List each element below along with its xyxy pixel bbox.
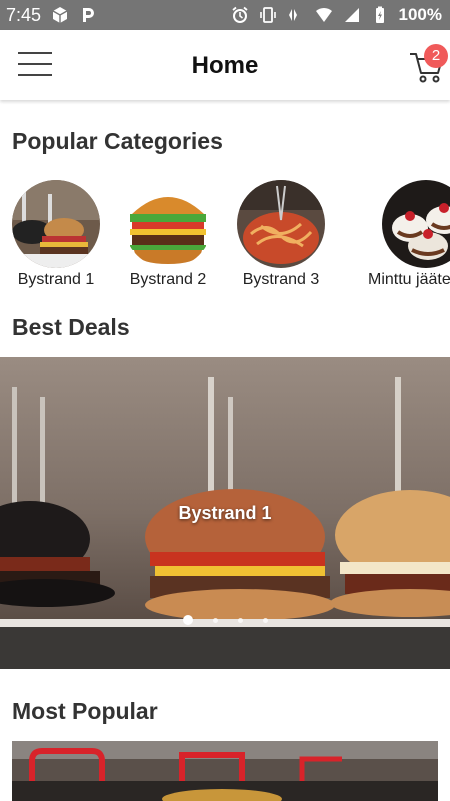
category-item[interactable]: Minttu jäätelö [368, 178, 450, 289]
category-label: Minttu jäätelö [368, 271, 450, 288]
wifi-icon [315, 7, 332, 22]
status-bar: 7:45 100% [0, 0, 450, 30]
category-label: Bystrand 1 [17, 271, 95, 288]
status-right: 100% [231, 5, 442, 25]
vibrate-icon [259, 7, 276, 23]
cart-count-badge: 2 [424, 44, 448, 68]
cell-signal-icon [344, 8, 359, 22]
page-title: Home [191, 52, 259, 79]
category-label: Bystrand 2 [129, 271, 207, 288]
status-left: 7:45 [6, 5, 97, 26]
popular-categories-title: Popular Categories [12, 128, 223, 154]
app-bar: Home 2 [0, 30, 450, 100]
spaghetti-thumb [237, 180, 325, 268]
parking-icon [83, 8, 95, 22]
most-popular-title: Most Popular [12, 698, 158, 724]
category-item[interactable]: Bystrand 2 [113, 178, 223, 289]
category-item[interactable]: Bystrand 3 [226, 178, 336, 289]
slider-dot[interactable] [262, 618, 268, 623]
alarm-icon [231, 6, 248, 23]
burger-sliders-thumb [12, 180, 100, 268]
burger-thumb [124, 180, 212, 268]
categories-carousel[interactable]: Bystrand 1 Bystrand 2 Bystrand 3 Minttu … [0, 178, 450, 292]
battery-icon [375, 6, 384, 23]
battery-text: 100% [398, 5, 442, 24]
category-label: Bystrand 3 [242, 271, 320, 288]
slider-dot[interactable] [212, 618, 218, 623]
category-item[interactable]: Bystrand 1 [1, 178, 111, 289]
status-time: 7:45 [6, 4, 42, 25]
most-popular-item-image[interactable] [12, 741, 438, 801]
deal-caption: Bystrand 1 [178, 503, 272, 523]
best-deals-title: Best Deals [12, 314, 130, 340]
signal-icon [288, 9, 297, 21]
box-icon [52, 7, 68, 23]
slider-indicator [0, 615, 450, 625]
ice-cream-thumb [382, 180, 450, 268]
best-deals-slider[interactable]: Bystrand 1 [0, 357, 450, 669]
slider-dot-active[interactable] [182, 615, 193, 625]
slider-dot[interactable] [237, 618, 243, 623]
